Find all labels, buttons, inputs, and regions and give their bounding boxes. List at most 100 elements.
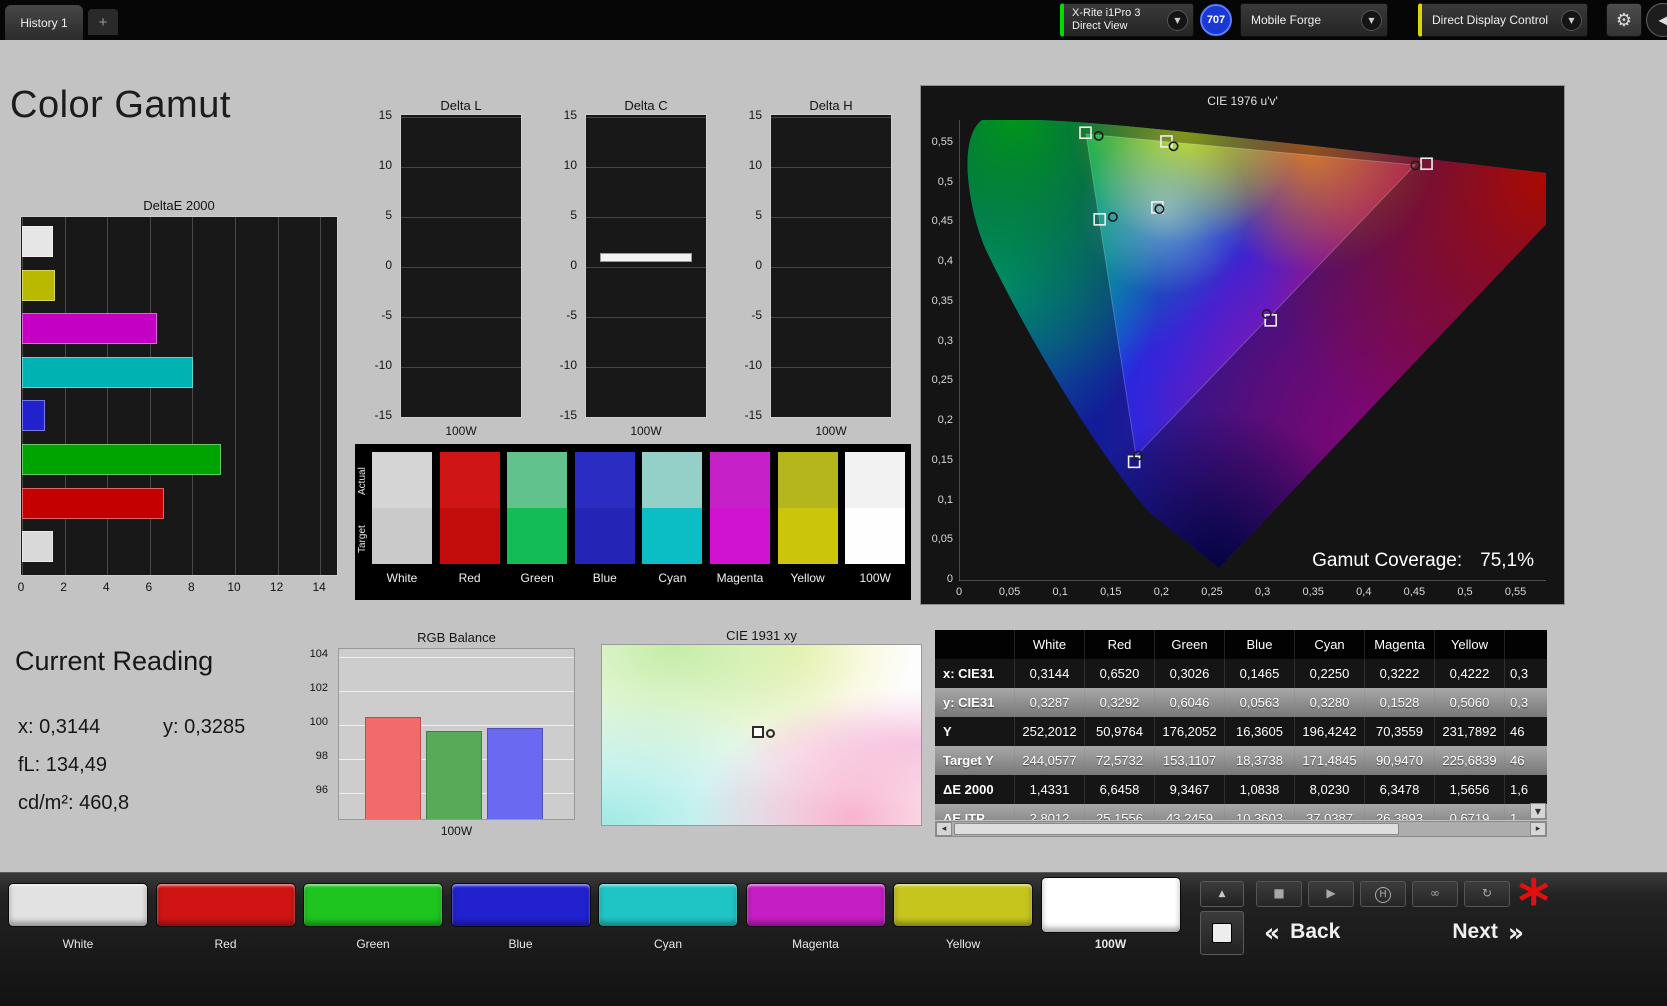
axis-tick-label: 102 <box>298 682 328 694</box>
deltae-title: DeltaE 2000 <box>20 198 338 213</box>
cie1976-ylabels: 00,050,10,150,20,250,30,350,40,450,50,55 <box>921 120 955 581</box>
pattern-button-yellow[interactable]: Yellow <box>893 873 1033 1006</box>
axis-tick-label: 0,25 <box>1195 586 1229 598</box>
scroll-left-button[interactable]: ◂ <box>936 822 952 836</box>
axis-tick-label: 10 <box>724 158 762 172</box>
table-cell: 0,1528 <box>1365 688 1435 717</box>
meter-line2: Direct View <box>1072 20 1140 33</box>
axis-tick-label: 14 <box>307 580 331 594</box>
table-cell: 1,4331 <box>1015 775 1085 804</box>
table-cell: 0,3222 <box>1365 659 1435 688</box>
gridline <box>401 267 521 268</box>
gridline <box>586 167 706 168</box>
axis-tick-label: 0,3 <box>921 335 953 347</box>
table-cell: 0,6719 <box>1435 804 1505 820</box>
back-button[interactable]: «Back <box>1264 915 1392 949</box>
table-cell: 70,3559 <box>1365 717 1435 746</box>
chevron-down-icon[interactable]: ▼ <box>1167 10 1188 31</box>
scroll-right-button[interactable]: ▸ <box>1530 822 1546 836</box>
pattern-swatch <box>598 883 738 927</box>
axis-tick-label: 104 <box>298 648 328 660</box>
chevron-down-icon[interactable]: ▼ <box>1561 10 1582 31</box>
history-button[interactable]: H <box>1360 881 1406 907</box>
actual-swatch <box>440 452 500 508</box>
axis-tick-label: 0 <box>724 258 762 272</box>
gridline <box>401 217 521 218</box>
delta-plot-0 <box>400 114 522 418</box>
target-swatch <box>575 508 635 564</box>
pattern-source-selector[interactable]: Mobile Forge ▼ <box>1240 3 1388 37</box>
table-cell: 1,5656 <box>1435 775 1505 804</box>
chevron-up-icon: ▲ <box>1219 889 1226 899</box>
gridline <box>150 217 151 575</box>
table-cell: 252,2012 <box>1015 717 1085 746</box>
tab-add[interactable]: + <box>88 9 118 35</box>
pattern-window-button[interactable] <box>1200 911 1244 955</box>
target-swatch <box>440 508 500 564</box>
table-hscrollbar[interactable]: ◂ ▸ <box>935 821 1547 837</box>
table-cell: 0,3280 <box>1295 688 1365 717</box>
table-cell: 1,0838 <box>1225 775 1295 804</box>
pattern-button-green[interactable]: Green <box>303 873 443 1006</box>
table-cell: 0,3144 <box>1015 659 1085 688</box>
cie1931-title: CIE 1931 xy <box>601 628 922 643</box>
swatch-column-yellow: Yellow <box>778 452 838 585</box>
axis-tick-label: 5 <box>539 208 577 222</box>
next-label: Next <box>1452 920 1498 944</box>
pattern-button-blue[interactable]: Blue <box>451 873 591 1006</box>
refresh-button[interactable]: ↻ <box>1464 881 1510 907</box>
pattern-swatch <box>1041 877 1181 933</box>
table-scroll-down-button[interactable]: ▼ <box>1530 803 1546 819</box>
axis-tick-label: -5 <box>354 308 392 322</box>
meter-selector[interactable]: X-Rite i1Pro 3 Direct View ▼ <box>1060 3 1194 37</box>
deltae-bar-magenta <box>22 313 157 344</box>
meter-count-badge[interactable]: 707 <box>1200 4 1232 36</box>
gridline <box>192 217 193 575</box>
pattern-button-white[interactable]: White <box>8 873 148 1006</box>
settings-button[interactable]: ⚙ <box>1606 3 1642 37</box>
tab-history[interactable]: History 1 <box>5 5 83 40</box>
table-cell: 16,3605 <box>1225 717 1295 746</box>
next-button[interactable]: Next» <box>1396 915 1524 949</box>
cie1976-diagram <box>959 120 1546 581</box>
chevron-down-icon[interactable]: ▼ <box>1361 10 1382 31</box>
table-corner <box>935 630 1015 659</box>
axis-tick-label: 0,35 <box>1296 586 1330 598</box>
deltae-xlabels: 02468101214 <box>0 580 380 596</box>
delta-c-title: Delta C <box>585 98 707 113</box>
table-cell-clipped: 0,3 <box>1505 659 1547 688</box>
swatch-column-green: Green <box>507 452 567 585</box>
stop-button[interactable]: ■ <box>1256 881 1302 907</box>
target-swatch <box>372 508 432 564</box>
gridline <box>771 217 891 218</box>
deltae-bar-green <box>22 444 221 475</box>
gear-icon: ⚙ <box>1616 10 1632 31</box>
gridline <box>401 167 521 168</box>
table-cell: 0,3026 <box>1155 659 1225 688</box>
pattern-window-up-button[interactable]: ▲ <box>1200 881 1244 907</box>
deltae-bar-100w <box>22 531 53 562</box>
axis-tick-label: 15 <box>539 108 577 122</box>
loop-button[interactable]: ∞ <box>1412 881 1458 907</box>
display-control-selector[interactable]: Direct Display Control ▼ <box>1418 3 1588 37</box>
axis-tick-label: 0,15 <box>1094 586 1128 598</box>
table-row: ΔE 20001,43316,64589,34671,08388,02306,3… <box>935 775 1547 804</box>
gridline <box>586 367 706 368</box>
pattern-button-100w[interactable]: 100W <box>1041 873 1181 1006</box>
scrollbar-thumb[interactable] <box>954 823 1399 835</box>
actual-swatch <box>778 452 838 508</box>
pattern-button-red[interactable]: Red <box>156 873 296 1006</box>
play-button[interactable]: ▶ <box>1308 881 1354 907</box>
axis-tick-label: 0 <box>9 580 33 594</box>
collapse-button[interactable]: ◀ <box>1646 3 1667 37</box>
pattern-button-magenta[interactable]: Magenta <box>746 873 886 1006</box>
pattern-button-cyan[interactable]: Cyan <box>598 873 738 1006</box>
gridline <box>771 167 891 168</box>
pattern-label: Magenta <box>746 937 886 951</box>
table-cell: 18,3738 <box>1225 746 1295 775</box>
pattern-label: White <box>8 937 148 951</box>
table-cell: 8,0230 <box>1295 775 1365 804</box>
deltae-bar-cyan <box>22 357 193 388</box>
arrow-left-icon: ◂ <box>942 824 947 834</box>
axis-tick-label: 0,4 <box>921 255 953 267</box>
